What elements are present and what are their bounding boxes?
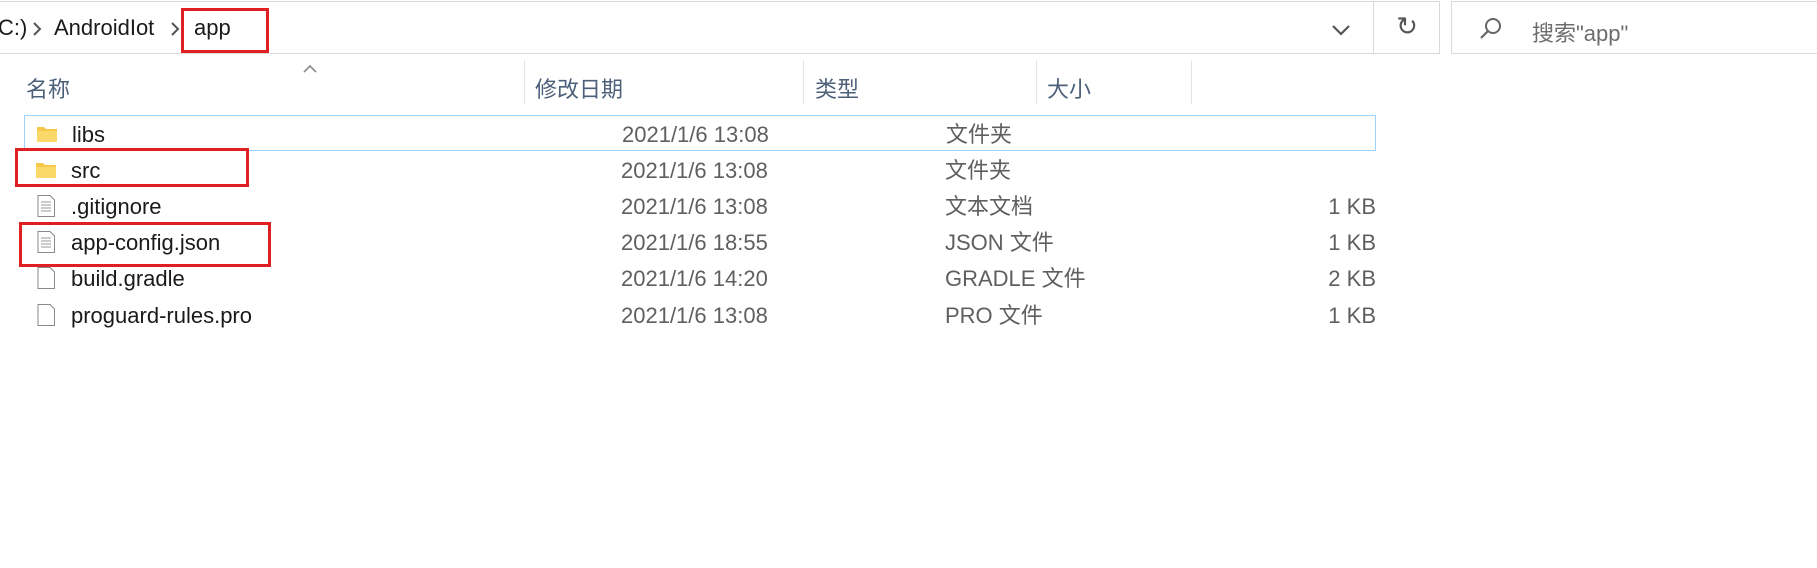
file-date: 2021/1/6 13:08 — [622, 122, 769, 147]
chevron-right-icon[interactable] — [168, 20, 182, 38]
file-name: app-config.json — [71, 230, 221, 255]
file-size: 1 KB — [1328, 230, 1376, 255]
file-size: 2 KB — [1328, 266, 1376, 291]
file-name: proguard-rules.pro — [71, 303, 252, 328]
file-date: 2021/1/6 13:08 — [621, 303, 768, 328]
text-file-icon — [37, 231, 55, 253]
breadcrumb-drive[interactable]: C:) — [0, 15, 27, 41]
file-type: 文件夹 — [946, 122, 1013, 147]
file-date: 2021/1/6 14:20 — [621, 266, 768, 291]
column-divider[interactable] — [1036, 60, 1037, 104]
file-name: .gitignore — [71, 194, 162, 219]
file-type: 文件夹 — [945, 158, 1012, 183]
column-header-date[interactable]: 修改日期 — [535, 60, 623, 102]
file-type: GRADLE 文件 — [945, 266, 1086, 291]
sort-ascending-icon — [303, 64, 317, 73]
file-name: build.gradle — [71, 266, 185, 291]
address-bar[interactable]: C:) AndroidIot app — [0, 1, 1374, 54]
file-type: 文本文档 — [945, 194, 1034, 219]
file-row-build-gradle[interactable]: build.gradle 2021/1/6 14:20 GRADLE 文件 2 … — [24, 260, 1376, 296]
search-box[interactable]: 搜索"app" — [1451, 1, 1817, 54]
search-icon — [1480, 18, 1501, 39]
file-date: 2021/1/6 13:08 — [621, 158, 768, 183]
file-date: 2021/1/6 18:55 — [621, 230, 768, 255]
file-size: 1 KB — [1328, 303, 1376, 328]
text-file-icon — [37, 195, 55, 217]
file-name: src — [71, 158, 101, 183]
column-header-type[interactable]: 类型 — [815, 60, 859, 102]
refresh-button[interactable]: ↻ — [1374, 1, 1440, 54]
refresh-icon: ↻ — [1396, 12, 1418, 42]
column-divider[interactable] — [803, 60, 804, 104]
chevron-right-icon[interactable] — [30, 20, 44, 38]
file-row-proguard-rules[interactable]: proguard-rules.pro 2021/1/6 13:08 PRO 文件… — [24, 297, 1376, 333]
file-type: JSON 文件 — [945, 230, 1054, 255]
breadcrumb-app[interactable]: app — [194, 15, 231, 41]
column-header-size[interactable]: 大小 — [1047, 60, 1091, 102]
file-type: PRO 文件 — [945, 303, 1043, 328]
column-header-name[interactable]: 名称 — [26, 60, 70, 102]
folder-icon — [37, 127, 57, 142]
file-row-app-config-json[interactable]: app-config.json 2021/1/6 18:55 JSON 文件 1… — [24, 224, 1376, 260]
folder-icon — [36, 163, 56, 178]
blank-file-icon — [37, 304, 55, 326]
file-name: libs — [72, 122, 106, 147]
file-row-src[interactable]: src 2021/1/6 13:08 文件夹 — [24, 152, 1376, 188]
file-row-gitignore[interactable]: .gitignore 2021/1/6 13:08 文本文档 1 KB — [24, 188, 1376, 224]
breadcrumb-androidiot[interactable]: AndroidIot — [54, 15, 154, 41]
file-size: 1 KB — [1328, 194, 1376, 219]
file-row-libs[interactable]: libs 2021/1/6 13:08 文件夹 — [24, 115, 1376, 151]
column-divider[interactable] — [524, 60, 525, 104]
file-date: 2021/1/6 13:08 — [621, 194, 768, 219]
column-divider[interactable] — [1191, 60, 1192, 104]
blank-file-icon — [37, 267, 55, 289]
search-placeholder[interactable]: 搜索"app" — [1532, 16, 1628, 48]
chevron-down-icon[interactable] — [1326, 15, 1356, 45]
